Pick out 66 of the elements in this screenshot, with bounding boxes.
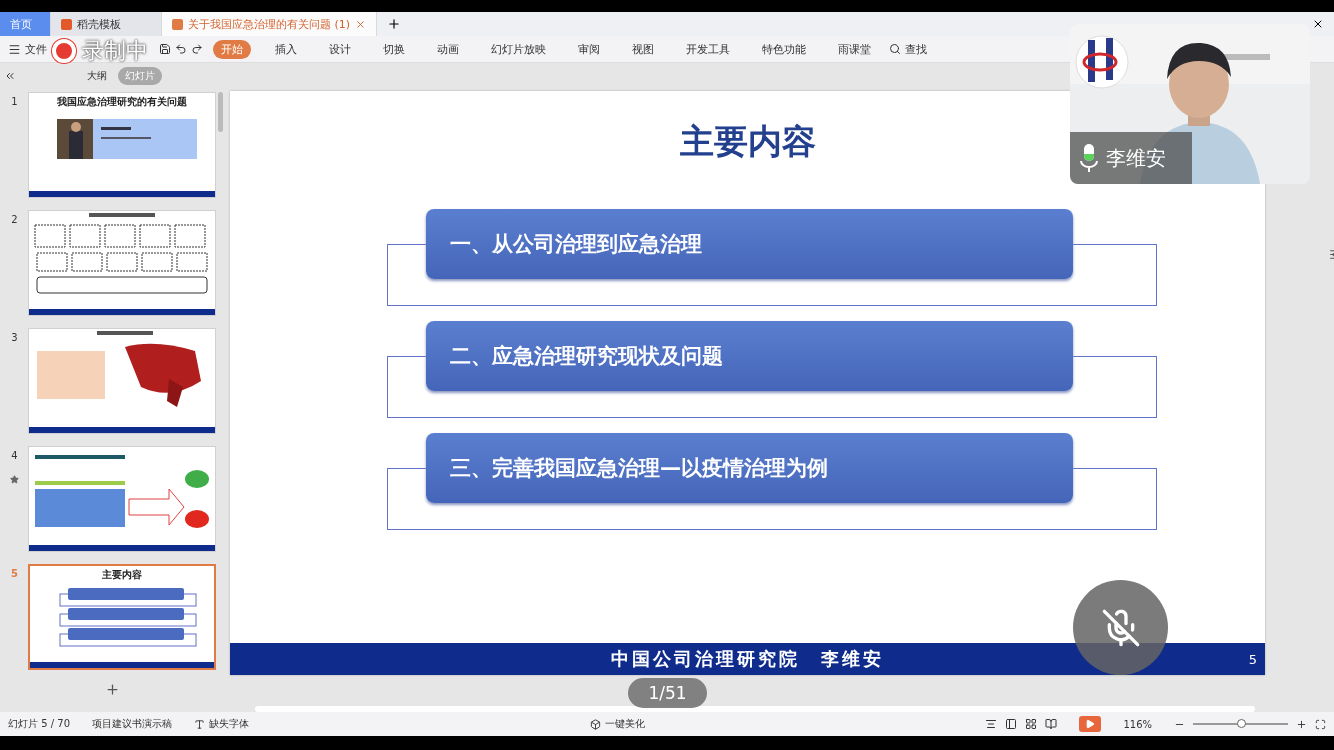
beautify-button[interactable]: 一键美化 — [604, 717, 645, 731]
beautify-icon — [589, 718, 601, 730]
thumbnail-title: 我国应急治理研究的有关问题 — [55, 95, 188, 109]
ribbon-tab[interactable]: 切换 — [375, 39, 413, 59]
slide-thumbnail[interactable]: 我国应急治理研究的有关问题 — [27, 92, 216, 198]
zoom-in-icon[interactable] — [1296, 718, 1307, 730]
ribbon-tab[interactable]: 审阅 — [570, 39, 608, 59]
slide-thumbnail[interactable] — [27, 328, 216, 434]
participant-name: 李维安 — [1106, 144, 1166, 172]
save-icon[interactable] — [159, 43, 171, 55]
ribbon-tab[interactable]: 开发工具 — [678, 39, 738, 59]
slide-number: 3 — [11, 332, 18, 343]
slide-title: 主要内容 — [679, 120, 816, 163]
ribbon-tab[interactable]: 插入 — [267, 39, 305, 59]
ribbon-tab[interactable]: 特色功能 — [754, 39, 814, 59]
contents-item: 三、完善我国应急治理—以疫情治理为例 — [426, 433, 1073, 503]
recording-text: 录制中 — [82, 37, 148, 65]
menu-icon[interactable] — [8, 42, 21, 56]
microphone-icon — [1080, 144, 1098, 172]
ribbon-tab[interactable]: 雨课堂 — [830, 39, 879, 59]
page-number: 5 — [1248, 651, 1257, 667]
scrollbar[interactable] — [218, 92, 223, 132]
document-tab[interactable]: 稻壳模板 — [51, 12, 162, 36]
new-tab-icon[interactable] — [387, 17, 402, 31]
slide-number: 1 — [11, 96, 18, 107]
search-icon[interactable] — [889, 43, 901, 55]
document-tab[interactable]: 关于我国应急治理的有关问题 (1) — [162, 12, 378, 36]
contents-item: 一、从公司治理到应急治理 — [426, 209, 1073, 279]
document-icon — [61, 18, 72, 30]
reading-view-icon[interactable] — [1045, 718, 1058, 730]
slide-number: 4 — [11, 450, 18, 461]
panel-tab[interactable]: 大纲 — [80, 66, 114, 85]
slide-info: 幻灯片 5 / 70 — [8, 717, 70, 731]
redo-icon[interactable] — [191, 43, 203, 55]
play-button[interactable] — [1079, 716, 1102, 732]
thumbnail-title: 主要内容 — [100, 568, 143, 582]
document-icon — [172, 18, 183, 30]
theme-name[interactable]: 项目建议书演示稿 — [92, 717, 172, 731]
play-icon — [1085, 719, 1096, 729]
slide-number: 5 — [11, 568, 18, 579]
normal-view-icon[interactable] — [1005, 718, 1018, 730]
notes-icon[interactable] — [985, 718, 998, 730]
zoom-value[interactable]: 116% — [1123, 718, 1152, 730]
ribbon-tab[interactable]: 视图 — [624, 39, 662, 59]
mic-off-icon — [1100, 607, 1141, 648]
search-label[interactable]: 查找 — [905, 41, 927, 57]
ribbon-tab[interactable]: 幻灯片放映 — [483, 39, 554, 59]
font-icon — [194, 718, 205, 730]
grid-view-icon[interactable] — [1025, 718, 1038, 730]
slide-thumbnail[interactable] — [27, 446, 216, 552]
missing-fonts[interactable]: 缺失字体 — [209, 717, 249, 731]
footer-text: 中国公司治理研究院 李维安 — [611, 647, 884, 671]
fit-icon[interactable] — [1315, 718, 1326, 730]
slide-thumbnail[interactable]: 主要内容 — [27, 564, 216, 670]
scrollbar[interactable] — [255, 706, 1255, 712]
close-icon[interactable] — [1312, 18, 1324, 30]
add-slide-icon[interactable] — [105, 682, 120, 697]
ribbon-tab[interactable]: 设计 — [321, 39, 359, 59]
slider-thumb[interactable] — [1236, 719, 1246, 728]
page-counter: 1/51 — [628, 678, 707, 708]
contents-item: 二、应急治理研究现状及问题 — [426, 321, 1073, 391]
file-menu[interactable]: 文件 — [25, 41, 47, 57]
undo-icon[interactable] — [175, 43, 187, 55]
ribbon-tab[interactable]: 动画 — [429, 39, 467, 59]
slide-thumbnail[interactable] — [27, 210, 216, 316]
slide-number: 2 — [11, 214, 18, 225]
